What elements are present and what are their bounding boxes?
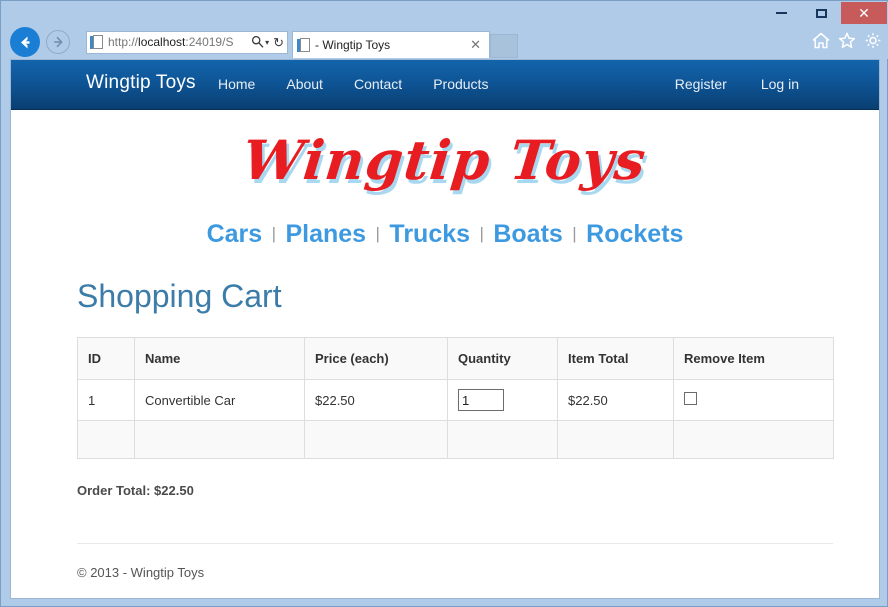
star-icon[interactable] [838, 32, 856, 54]
tab-title: - Wingtip Toys [315, 38, 466, 52]
cell-remove [674, 380, 834, 421]
cell-name: Convertible Car [135, 380, 305, 421]
back-arrow-icon [17, 34, 34, 51]
tab-favicon [297, 38, 311, 53]
table-row-empty [78, 421, 834, 459]
category-link-boats[interactable]: Boats [493, 220, 562, 248]
url-scheme: http:// [108, 35, 138, 49]
cell-id: 1 [78, 380, 135, 421]
cell-price: $22.50 [305, 380, 448, 421]
window-title-bar: ✕ [2, 2, 888, 26]
cell-empty [448, 421, 558, 459]
chevron-down-icon[interactable]: ▾ [265, 38, 269, 47]
browser-toolbar: http://localhost:24019/S ▾ ↻ - Wingtip T… [2, 26, 888, 59]
cell-item-total: $22.50 [558, 380, 674, 421]
address-bar[interactable]: http://localhost:24019/S ▾ ↻ [86, 31, 288, 54]
cell-empty [305, 421, 448, 459]
forward-arrow-icon [51, 35, 65, 49]
table-header-row: ID Name Price (each) Quantity Item Total… [78, 338, 834, 380]
column-header-name: Name [135, 338, 305, 380]
page-favicon [90, 35, 104, 50]
maximize-icon [816, 9, 827, 18]
browser-toolbar-icons [812, 32, 882, 54]
tab-strip: - Wingtip Toys ✕ [292, 31, 518, 59]
minimize-icon [776, 12, 787, 14]
category-separator: | [371, 224, 385, 243]
close-icon: ✕ [858, 6, 870, 20]
gear-icon[interactable] [864, 32, 882, 54]
home-icon[interactable] [812, 32, 830, 54]
account-nav: Register Log in [675, 76, 799, 92]
refresh-icon[interactable]: ↻ [273, 36, 284, 49]
footer-divider [77, 543, 833, 544]
site-brand[interactable]: Wingtip Toys [86, 72, 196, 94]
site-logo[interactable]: Wingtip Toys [240, 128, 650, 192]
category-link-trucks[interactable]: Trucks [389, 220, 470, 248]
close-button[interactable]: ✕ [841, 2, 887, 24]
cell-empty [558, 421, 674, 459]
footer-copyright: © 2013 - Wingtip Toys [77, 565, 813, 580]
back-button[interactable] [10, 27, 40, 57]
maximize-button[interactable] [801, 2, 841, 24]
search-icon[interactable] [251, 35, 264, 50]
category-separator: | [567, 224, 581, 243]
url-path: :24019/S [185, 35, 233, 49]
cell-quantity [448, 380, 558, 421]
page-title: Shopping Cart [77, 279, 813, 314]
primary-nav: Home About Contact Products [218, 76, 488, 92]
column-header-remove-item: Remove Item [674, 338, 834, 380]
nav-link-home[interactable]: Home [218, 76, 255, 92]
table-header: ID Name Price (each) Quantity Item Total… [78, 338, 834, 380]
remove-item-checkbox[interactable] [684, 392, 697, 405]
url-text: http://localhost:24019/S [108, 32, 249, 53]
tab-close-icon[interactable]: ✕ [466, 37, 485, 53]
category-link-cars[interactable]: Cars [207, 220, 263, 248]
site-logo-container: Wingtip Toys [77, 110, 813, 206]
shopping-cart-table: ID Name Price (each) Quantity Item Total… [77, 337, 834, 459]
quantity-input[interactable] [458, 389, 504, 411]
category-separator: | [267, 224, 281, 243]
browser-window: ✕ http://localhost:24019/S [0, 0, 888, 607]
column-header-quantity: Quantity [448, 338, 558, 380]
cell-empty [78, 421, 135, 459]
table-body: 1 Convertible Car $22.50 $22.50 [78, 380, 834, 459]
url-host: localhost [138, 35, 185, 49]
nav-link-contact[interactable]: Contact [354, 76, 402, 92]
nav-link-about[interactable]: About [286, 76, 323, 92]
nav-link-products[interactable]: Products [433, 76, 488, 92]
column-header-item-total: Item Total [558, 338, 674, 380]
nav-link-login[interactable]: Log in [761, 76, 799, 92]
forward-button[interactable] [46, 30, 70, 54]
category-link-planes[interactable]: Planes [285, 220, 366, 248]
category-nav: Cars | Planes | Trucks | Boats | Rockets [77, 206, 813, 249]
column-header-id: ID [78, 338, 135, 380]
order-total: Order Total: $22.50 [77, 483, 813, 498]
table-row: 1 Convertible Car $22.50 $22.50 [78, 380, 834, 421]
cell-empty [674, 421, 834, 459]
minimize-button[interactable] [761, 2, 801, 24]
category-link-rockets[interactable]: Rockets [586, 220, 683, 248]
column-header-price: Price (each) [305, 338, 448, 380]
page-viewport: Wingtip Toys Home About Contact Products… [10, 59, 880, 599]
nav-link-register[interactable]: Register [675, 76, 727, 92]
site-body: Wingtip Toys Cars | Planes | Trucks | Bo… [11, 110, 879, 580]
site-navbar: Wingtip Toys Home About Contact Products… [11, 60, 879, 110]
new-tab-button[interactable] [490, 34, 518, 58]
browser-tab[interactable]: - Wingtip Toys ✕ [292, 31, 490, 58]
cell-empty [135, 421, 305, 459]
category-separator: | [474, 224, 488, 243]
